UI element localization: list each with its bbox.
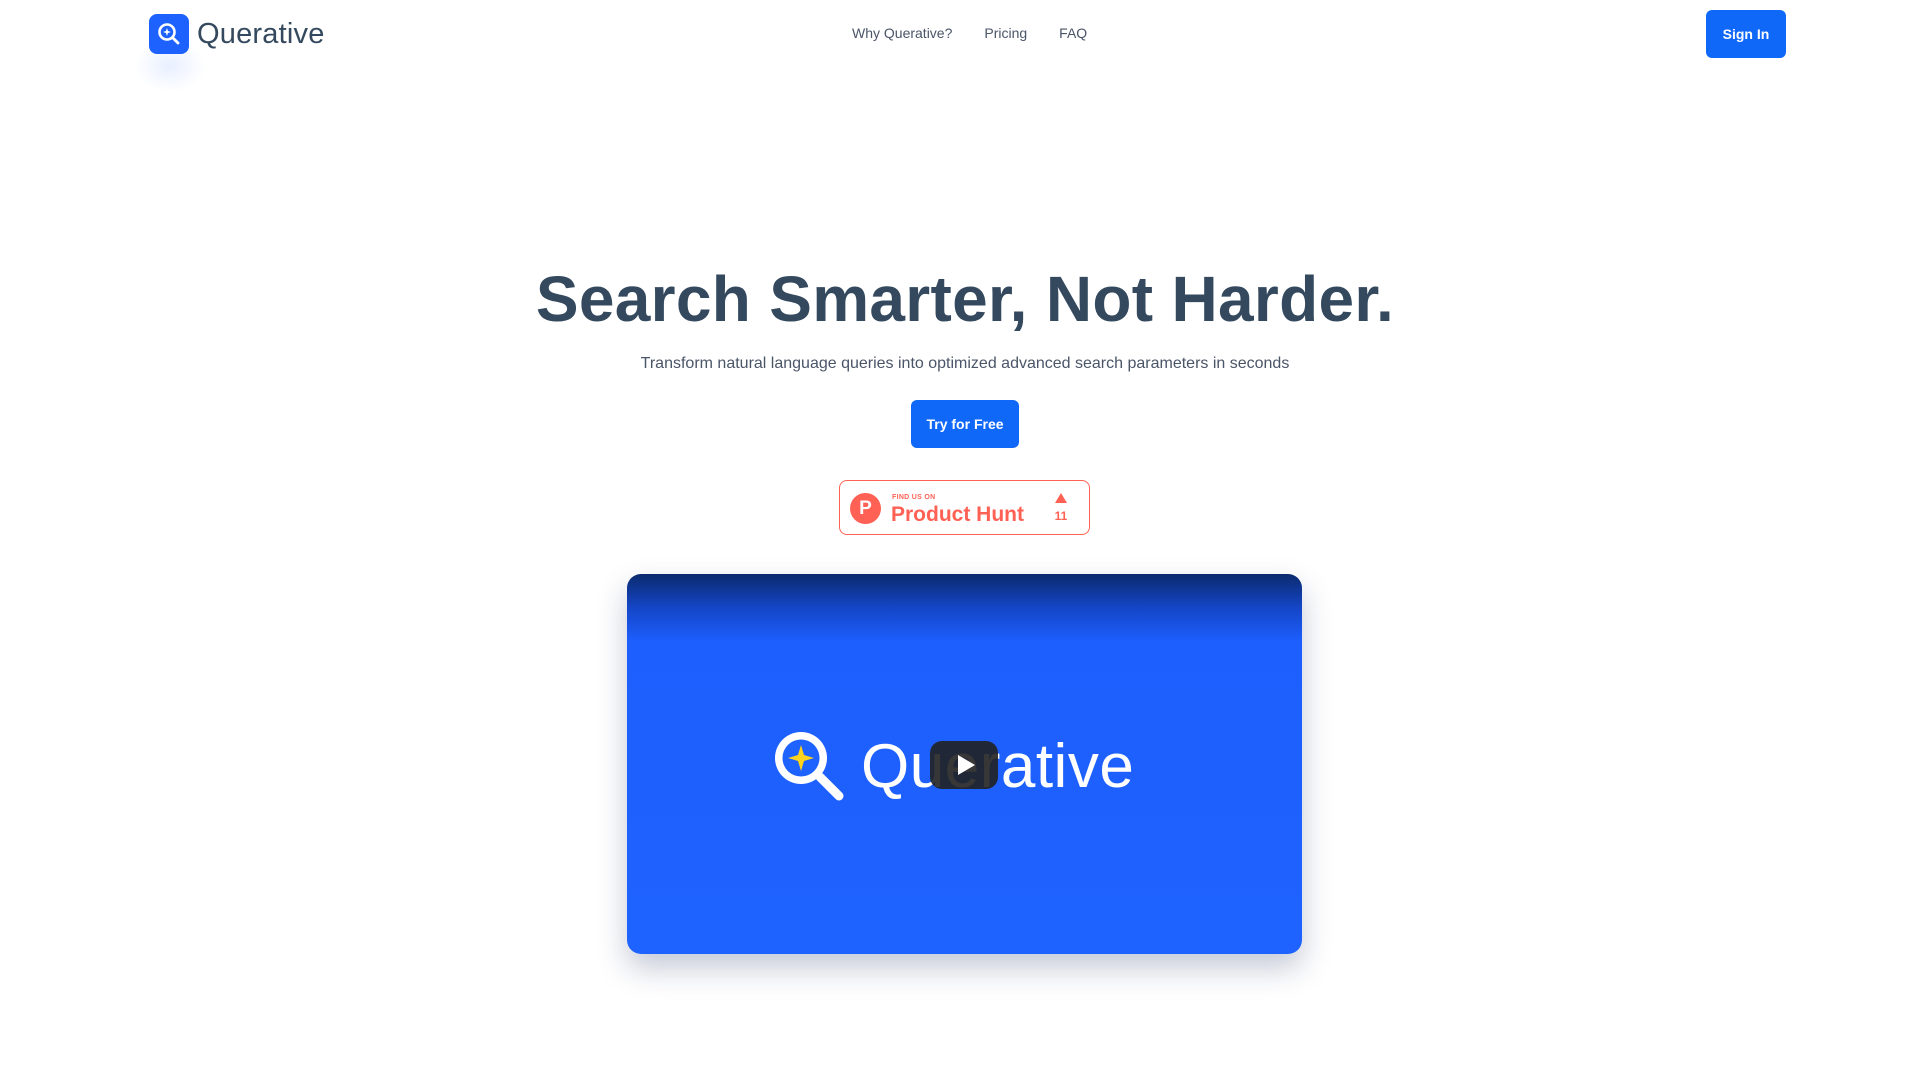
play-icon [957,755,975,775]
product-hunt-eyebrow: FIND US ON [892,494,936,501]
logo-text: Querative [197,17,325,50]
logo-link[interactable]: Querative [149,14,325,54]
hero-subtitle: Transform natural language queries into … [640,355,1290,372]
upvote-count: 11 [1054,509,1068,523]
main-nav: Why Querative? Pricing FAQ [852,25,1087,41]
nav-faq[interactable]: FAQ [1059,25,1087,41]
try-for-free-button[interactable]: Try for Free [911,400,1019,448]
product-hunt-logo-icon: P [850,493,881,524]
nav-pricing[interactable]: Pricing [984,25,1027,41]
site-header: Querative Why Querative? Pricing FAQ Sig… [0,0,1920,92]
upvote-arrow-icon [1055,493,1067,503]
product-hunt-name: Product Hunt [891,503,1024,526]
magnifier-sparkle-icon [767,724,847,809]
magnifier-sparkle-icon [149,14,189,54]
hero-title: Search Smarter, Not Harder. [535,263,1395,335]
landing-page: Querative Why Querative? Pricing FAQ Sig… [0,0,1920,1080]
video-player[interactable]: Querative [627,574,1302,954]
product-hunt-badge[interactable]: P FIND US ON Product Hunt 11 [839,480,1090,535]
play-button[interactable] [930,741,998,789]
nav-why-querative[interactable]: Why Querative? [852,25,952,41]
sign-in-button[interactable]: Sign In [1706,10,1786,58]
